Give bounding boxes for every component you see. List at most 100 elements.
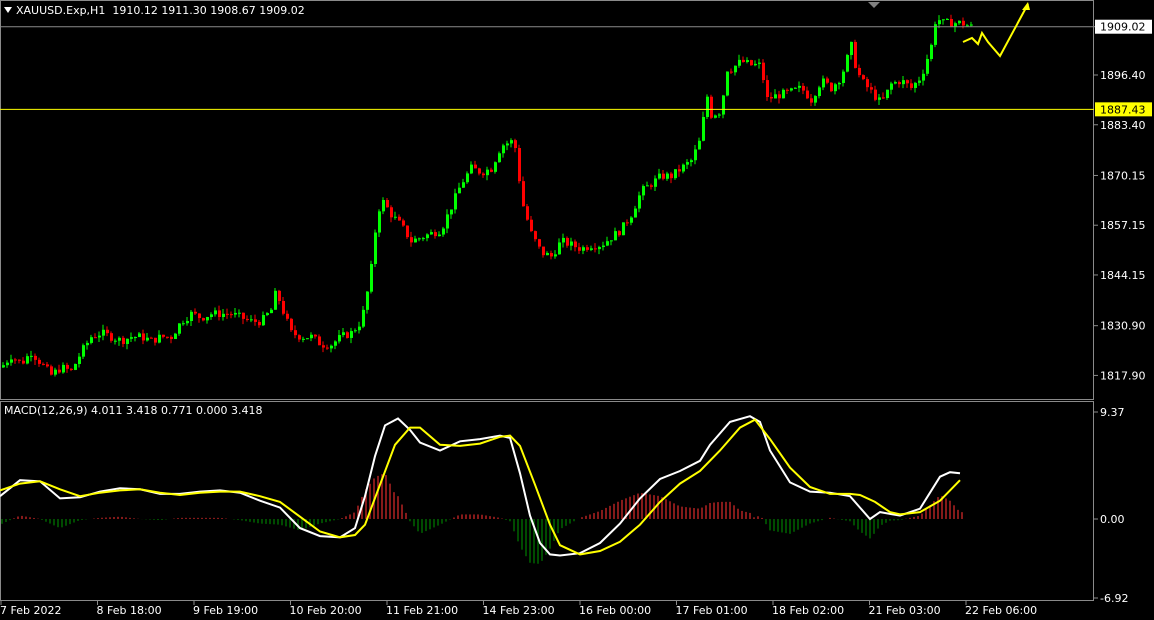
arrow-head-icon (1022, 2, 1030, 10)
candle-body (294, 330, 297, 336)
candle-body (358, 326, 361, 331)
candle-body (366, 291, 369, 310)
candle-body (598, 247, 601, 250)
candle-body (90, 337, 93, 343)
candle-body (326, 347, 329, 349)
candle-body (302, 338, 305, 340)
candle-body (126, 338, 129, 344)
candle-body (426, 234, 429, 239)
candle-body (194, 311, 197, 314)
candle-body (530, 219, 533, 232)
candle-body (166, 336, 169, 338)
candle-body (410, 237, 413, 243)
candle-body (546, 252, 549, 256)
candle-body (958, 20, 961, 24)
candle-body (226, 313, 229, 315)
price-tick-label: 1896.40 (1100, 69, 1146, 82)
candle-body (310, 334, 313, 339)
candle-body (322, 345, 325, 348)
candle-body (178, 323, 181, 334)
candle-body (670, 173, 673, 179)
candle-body (170, 336, 173, 340)
candle-body (186, 321, 189, 324)
candle-body (634, 208, 637, 218)
candle-body (798, 85, 801, 88)
candle-body (258, 321, 261, 326)
candle-body (306, 338, 309, 340)
candle-body (618, 231, 621, 236)
candle-body (474, 164, 477, 169)
candle-body (858, 67, 861, 76)
candle-body (510, 140, 513, 144)
macd-tick-label: -6.92 (1100, 592, 1128, 605)
candle-body (2, 365, 5, 368)
candle-body (70, 368, 73, 370)
candle-body (750, 60, 753, 66)
candle-body (198, 313, 201, 319)
candle-body (454, 193, 457, 210)
candle-body (62, 364, 65, 373)
candle-body (14, 359, 17, 361)
candle-body (930, 44, 933, 59)
candle-body (702, 116, 705, 141)
candle-body (866, 79, 869, 88)
candle-body (174, 333, 177, 340)
candle-body (558, 242, 561, 255)
candle-body (894, 82, 897, 84)
candle-body (582, 247, 585, 251)
candle-body (218, 310, 221, 318)
candle-body (330, 345, 333, 349)
candle-body (814, 96, 817, 103)
candle-body (630, 217, 633, 223)
candle-body (710, 96, 713, 118)
candle-body (158, 334, 161, 343)
candle-body (926, 58, 929, 74)
candle-body (262, 315, 265, 326)
time-tick-label: 22 Feb 06:00 (965, 604, 1037, 617)
candle-body (338, 335, 341, 342)
price-axis: 1909.02 1896.40 1883.40 1870.15 1857.15 1844.… (1094, 19, 1152, 382)
candle-body (934, 24, 937, 45)
candle-body (538, 239, 541, 247)
candle-body (498, 153, 501, 163)
candle-body (78, 356, 81, 364)
candle-body (802, 85, 805, 91)
candle-body (762, 62, 765, 81)
candle-body (54, 369, 57, 375)
candle-body (738, 59, 741, 66)
time-tick-label: 17 Feb 01:00 (676, 604, 748, 617)
candle-body (114, 340, 117, 342)
candle-body (354, 330, 357, 332)
candle-body (782, 89, 785, 99)
candle-body (210, 314, 213, 317)
candle-body (938, 20, 941, 25)
candle-body (254, 319, 257, 322)
candle-body (30, 355, 33, 357)
candle-body (770, 96, 773, 99)
candle-body (362, 309, 365, 327)
candle-body (434, 232, 437, 237)
candle-body (394, 216, 397, 218)
candle-body (278, 290, 281, 301)
candle-body (742, 59, 745, 62)
candle-body (526, 206, 529, 220)
candle-body (134, 337, 137, 339)
candle-body (690, 160, 693, 163)
time-tick-label: 14 Feb 23:00 (483, 604, 555, 617)
candle-body (106, 329, 109, 334)
candle-body (626, 222, 629, 224)
candle-body (118, 337, 121, 341)
candle-body (810, 98, 813, 103)
candle-body (142, 333, 145, 341)
candle-body (666, 173, 669, 179)
candle-body (730, 71, 733, 73)
candle-body (778, 94, 781, 99)
chart-shift-marker-icon[interactable] (868, 2, 880, 8)
candle-body (834, 84, 837, 92)
candle-body (138, 333, 141, 338)
candle-body (910, 83, 913, 88)
macd-tick-label: 0.00 (1100, 513, 1125, 526)
chart-canvas[interactable]: 1909.02 1896.40 1883.40 1870.15 1857.15 1844.… (0, 0, 1154, 620)
time-tick-label: 9 Feb 19:00 (193, 604, 258, 617)
candle-body (694, 149, 697, 161)
